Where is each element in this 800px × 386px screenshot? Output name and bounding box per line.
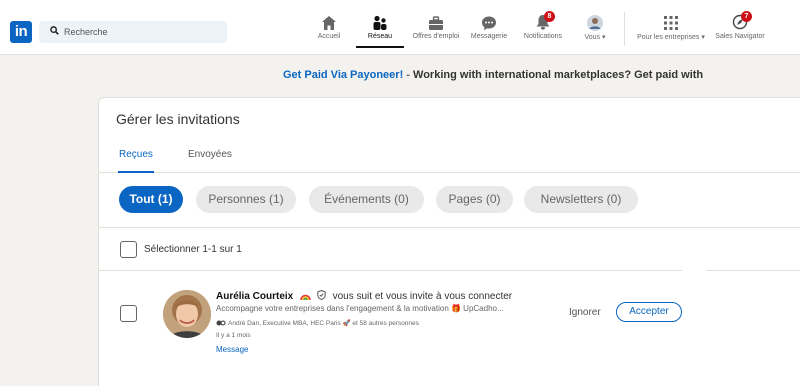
grid-icon (664, 16, 678, 30)
nav-me-label: Vous ▾ (584, 34, 606, 41)
avatar[interactable] (163, 290, 211, 338)
compass-icon-wrap: 7 (732, 11, 752, 32)
invitation-tabs: Reçues Envoyées (99, 143, 800, 173)
nav-notifications-label: Notifications (523, 33, 563, 40)
home-icon (322, 16, 336, 30)
nav-home-label: Accueil (317, 33, 341, 40)
nav-sales-navigator[interactable]: 7 Sales Navigator (711, 10, 769, 46)
select-all-label: Sélectionner 1-1 sur 1 (144, 244, 242, 255)
sales-navigator-badge: 7 (741, 11, 752, 22)
filter-pages[interactable]: Pages (0) (436, 186, 513, 213)
notifications-badge: 8 (544, 11, 555, 22)
promo-link[interactable]: Get Paid Via Payoneer! (283, 69, 403, 81)
mutual-connections-icon (216, 320, 226, 325)
promo-text: Working with international marketplaces?… (413, 69, 704, 81)
nav-jobs-label: Offres d'emploi (412, 33, 460, 40)
network-icon (373, 15, 387, 30)
tab-sent[interactable]: Envoyées (188, 149, 232, 173)
filter-all[interactable]: Tout (1) (119, 186, 183, 213)
invitation-checkbox[interactable] (120, 305, 137, 322)
nav-jobs[interactable]: Offres d'emploi (409, 10, 463, 46)
top-navigation-bar: in Accueil Réseau Offres d'emploi (0, 0, 800, 55)
me-avatar-icon (587, 15, 603, 31)
invitations-card: Gérer les invitations Reçues Envoyées To… (98, 97, 800, 386)
page-title: Gérer les invitations (116, 111, 240, 127)
search-input[interactable] (64, 21, 224, 43)
promo-separator: - (403, 69, 414, 81)
search-icon (50, 26, 59, 35)
profile-photo-icon (163, 290, 211, 338)
filter-newsletters[interactable]: Newsletters (0) (524, 186, 638, 213)
nav-messaging-label: Messagerie (470, 33, 508, 40)
nav-messaging[interactable]: Messagerie (466, 10, 512, 46)
invitation-item: Aurélia Courteix vous suit et vous invit… (99, 272, 800, 382)
bell-icon-wrap: 8 (535, 11, 555, 32)
messaging-icon (482, 16, 496, 31)
nav-sales-navigator-label: Sales Navigator (715, 33, 765, 40)
rainbow-icon (300, 294, 311, 301)
filter-people[interactable]: Personnes (1) (196, 186, 296, 213)
filter-events[interactable]: Événements (0) (309, 186, 424, 213)
nav-network-label: Réseau (367, 33, 393, 40)
nav-me[interactable]: Vous ▾ (580, 10, 610, 46)
nav-notifications[interactable]: 8 Notifications (518, 10, 568, 46)
linkedin-logo[interactable]: in (10, 21, 32, 43)
briefcase-icon (429, 16, 443, 30)
promo-banner[interactable]: Get Paid Via Payoneer! - Working with in… (283, 69, 703, 81)
nav-network[interactable]: Réseau (356, 10, 404, 48)
sender-headline: Accompagne votre entreprises dans l'enga… (216, 304, 504, 313)
nav-divider (624, 12, 625, 46)
invitation-title-line: Aurélia Courteix vous suit et vous invit… (216, 289, 513, 302)
ignore-button[interactable]: Ignorer (569, 307, 601, 318)
nav-for-business[interactable]: Pour les entreprises ▾ (632, 10, 710, 46)
invitation-text: vous suit et vous invite à vous connecte… (332, 291, 513, 302)
select-all-row: Sélectionner 1-1 sur 1 (99, 229, 800, 271)
sender-name[interactable]: Aurélia Courteix (216, 291, 293, 302)
accept-button[interactable]: Accepter (616, 302, 682, 322)
message-link[interactable]: Message (216, 345, 248, 354)
mutual-connections[interactable]: André Dan, Executive MBA, HEC Paris 🚀 et… (216, 319, 419, 327)
nav-for-business-label: Pour les entreprises ▾ (637, 34, 705, 41)
nav-home[interactable]: Accueil (312, 10, 346, 46)
mutual-connections-text: André Dan, Executive MBA, HEC Paris 🚀 et… (228, 320, 419, 327)
invitation-time: Il y a 1 mois (216, 332, 251, 339)
filter-pills: Tout (1) Personnes (1) Événements (0) Pa… (99, 174, 800, 228)
search-box[interactable] (39, 21, 227, 43)
verified-shield-icon (317, 289, 326, 301)
tab-received[interactable]: Reçues (118, 149, 154, 173)
select-all-checkbox[interactable] (120, 241, 137, 258)
